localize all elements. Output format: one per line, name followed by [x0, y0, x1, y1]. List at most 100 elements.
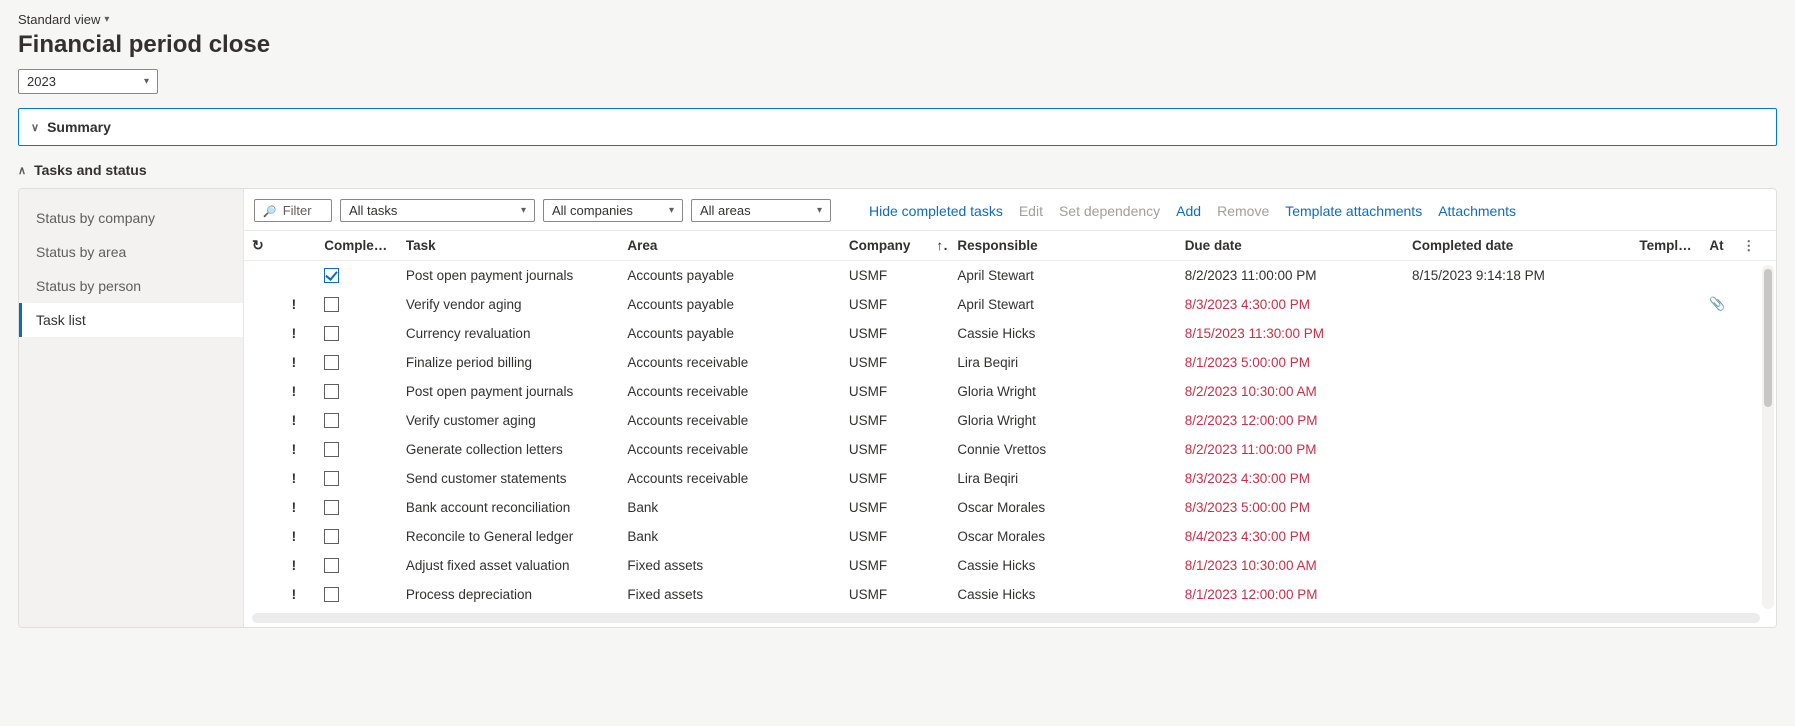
sidebar: Status by companyStatus by areaStatus by… [19, 189, 244, 627]
add-button[interactable]: Add [1172, 203, 1205, 219]
cell-template [1631, 522, 1701, 551]
cell-template [1631, 348, 1701, 377]
cell-area: Accounts payable [619, 290, 841, 319]
vertical-scrollbar[interactable] [1762, 265, 1774, 609]
cell-attachment [1701, 261, 1734, 290]
cell-task: Post open payment journals [398, 261, 620, 290]
horizontal-scrollbar[interactable] [252, 613, 1760, 623]
completed-checkbox[interactable] [324, 471, 339, 486]
cell-template [1631, 261, 1701, 290]
remove-button[interactable]: Remove [1213, 203, 1273, 219]
completed-checkbox[interactable] [324, 297, 339, 312]
task-grid: ↻ Completed Task Area Company Responsibl… [244, 231, 1776, 609]
tasks-filter-combo[interactable]: All tasks ▾ [340, 199, 535, 222]
filter-placeholder: Filter [283, 203, 312, 218]
completed-checkbox[interactable] [324, 413, 339, 428]
cell-due-date: 8/3/2023 4:30:00 PM [1177, 290, 1404, 319]
task-list-panel: Filter All tasks ▾ All companies ▾ All a… [244, 189, 1776, 627]
cell-responsible: Cassie Hicks [949, 551, 1176, 580]
completed-checkbox[interactable] [324, 529, 339, 544]
template-attachments-button[interactable]: Template attachments [1281, 203, 1426, 219]
tasks-section-header[interactable]: Tasks and status [18, 156, 1777, 184]
view-switcher[interactable]: Standard view ▾ [18, 8, 109, 31]
table-row[interactable]: !Verify customer agingAccounts receivabl… [244, 406, 1776, 435]
completed-checkbox[interactable] [324, 587, 339, 602]
completed-checkbox[interactable] [324, 384, 339, 399]
completed-checkbox[interactable] [324, 558, 339, 573]
cell-company: USMF [841, 580, 928, 609]
cell-due-date: 8/1/2023 12:00:00 PM [1177, 580, 1404, 609]
year-select[interactable]: 2023 ▾ [18, 69, 158, 94]
table-row[interactable]: !Generate collection lettersAccounts rec… [244, 435, 1776, 464]
cell-completed-date [1404, 522, 1631, 551]
edit-button[interactable]: Edit [1015, 203, 1047, 219]
tasks-content: Status by companyStatus by areaStatus by… [18, 188, 1777, 628]
col-company[interactable]: Company [841, 231, 928, 261]
cell-task: Process depreciation [398, 580, 620, 609]
col-responsible[interactable]: Responsible [949, 231, 1176, 261]
cell-template [1631, 580, 1701, 609]
cell-task: Adjust fixed asset valuation [398, 551, 620, 580]
cell-area: Accounts receivable [619, 464, 841, 493]
cell-due-date: 8/15/2023 11:30:00 PM [1177, 319, 1404, 348]
companies-filter-combo[interactable]: All companies ▾ [543, 199, 683, 222]
completed-checkbox[interactable] [324, 268, 339, 283]
cell-area: Fixed assets [619, 551, 841, 580]
page-title: Financial period close [18, 31, 1777, 59]
col-completed[interactable]: Completed [316, 231, 398, 261]
cell-due-date: 8/1/2023 10:30:00 AM [1177, 551, 1404, 580]
table-row[interactable]: !Reconcile to General ledgerBankUSMFOsca… [244, 522, 1776, 551]
chevron-down-icon: ▾ [521, 205, 526, 216]
refresh-icon[interactable]: ↻ [252, 237, 264, 253]
attachments-button[interactable]: Attachments [1434, 203, 1520, 219]
completed-checkbox[interactable] [324, 326, 339, 341]
more-columns-icon[interactable] [1742, 238, 1755, 253]
alert-icon: ! [284, 493, 317, 522]
set-dependency-button[interactable]: Set dependency [1055, 203, 1164, 219]
sidebar-item-task-list[interactable]: Task list [19, 303, 243, 337]
cell-company: USMF [841, 522, 928, 551]
cell-template [1631, 406, 1701, 435]
col-at[interactable]: At [1701, 231, 1734, 261]
sidebar-item-status-by-company[interactable]: Status by company [19, 201, 243, 235]
scrollbar-thumb[interactable] [1764, 269, 1772, 407]
alert-icon: ! [284, 377, 317, 406]
cell-task: Bank account reconciliation [398, 493, 620, 522]
col-completed-date[interactable]: Completed date [1404, 231, 1631, 261]
table-row[interactable]: !Bank account reconciliationBankUSMFOsca… [244, 493, 1776, 522]
completed-checkbox[interactable] [324, 355, 339, 370]
col-due[interactable]: Due date [1177, 231, 1404, 261]
table-row[interactable]: !Verify vendor agingAccounts payableUSMF… [244, 290, 1776, 319]
cell-template [1631, 319, 1701, 348]
cell-area: Accounts receivable [619, 377, 841, 406]
col-template[interactable]: Templat... [1631, 231, 1701, 261]
sort-asc-icon[interactable] [936, 238, 943, 253]
table-row[interactable]: !Process depreciationFixed assetsUSMFCas… [244, 580, 1776, 609]
cell-template [1631, 435, 1701, 464]
cell-completed-date [1404, 435, 1631, 464]
table-row[interactable]: Post open payment journalsAccounts payab… [244, 261, 1776, 290]
alert-icon: ! [284, 464, 317, 493]
chevron-down-icon: ▾ [669, 205, 674, 216]
table-row[interactable]: !Finalize period billingAccounts receiva… [244, 348, 1776, 377]
sidebar-item-status-by-person[interactable]: Status by person [19, 269, 243, 303]
sidebar-item-status-by-area[interactable]: Status by area [19, 235, 243, 269]
cell-responsible: Oscar Morales [949, 522, 1176, 551]
cell-completed-date [1404, 406, 1631, 435]
alert-icon: ! [284, 580, 317, 609]
summary-section-header[interactable]: Summary [18, 108, 1777, 146]
table-row[interactable]: !Send customer statementsAccounts receiv… [244, 464, 1776, 493]
cell-completed-date [1404, 348, 1631, 377]
col-area[interactable]: Area [619, 231, 841, 261]
table-row[interactable]: !Post open payment journalsAccounts rece… [244, 377, 1776, 406]
paperclip-icon [1709, 296, 1725, 311]
cell-task: Generate collection letters [398, 435, 620, 464]
table-row[interactable]: !Currency revaluationAccounts payableUSM… [244, 319, 1776, 348]
filter-input[interactable]: Filter [254, 199, 332, 222]
table-row[interactable]: !Adjust fixed asset valuationFixed asset… [244, 551, 1776, 580]
areas-filter-combo[interactable]: All areas ▾ [691, 199, 831, 222]
col-task[interactable]: Task [398, 231, 620, 261]
completed-checkbox[interactable] [324, 442, 339, 457]
completed-checkbox[interactable] [324, 500, 339, 515]
hide-completed-button[interactable]: Hide completed tasks [865, 203, 1007, 219]
